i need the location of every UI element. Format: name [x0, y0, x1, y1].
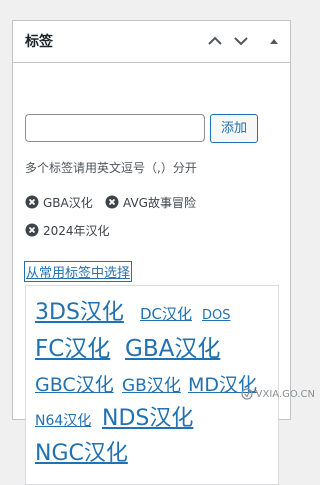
- chevron-down-icon[interactable]: [232, 32, 250, 50]
- tag-label: GBA汉化: [43, 195, 93, 210]
- cloud-tag[interactable]: N64汉化: [35, 414, 91, 428]
- cloud-tag[interactable]: DOS: [202, 309, 231, 322]
- tag-label: 2024年汉化: [43, 223, 110, 238]
- tag-label: AVG故事冒险: [123, 195, 196, 210]
- remove-tag-icon[interactable]: [25, 195, 39, 209]
- add-tag-button[interactable]: 添加: [210, 114, 258, 143]
- watermark-text: VXIA.GO.CN: [255, 388, 315, 400]
- remove-tag-icon[interactable]: [105, 195, 119, 209]
- remove-tag-icon[interactable]: [25, 223, 39, 237]
- tag-hint-text: 多个标签请用英文逗号（,）分开: [25, 161, 197, 175]
- cloud-tag[interactable]: NGC汉化: [35, 443, 128, 465]
- tag-item: AVG故事冒险: [105, 194, 196, 210]
- tag-cloud: 3DS汉化 DC汉化 DOS FC汉化 GBA汉化 GBC汉化 GB汉化 MD汉…: [25, 285, 279, 485]
- watermark-logo-icon: [241, 388, 253, 400]
- meta-box-header: 标签: [13, 21, 290, 63]
- tag-item: 2024年汉化: [25, 222, 110, 238]
- tags-meta-box: 标签 添加 多个标签请用英文逗号（,）分开 GBA汉化 AVG故事冒险 2024…: [12, 20, 291, 485]
- cloud-tag[interactable]: GBC汉化: [35, 376, 114, 395]
- caret-up-icon[interactable]: [265, 32, 283, 50]
- watermark: VXIA.GO.CN: [241, 388, 315, 400]
- new-tag-input[interactable]: [25, 114, 205, 142]
- choose-from-common-tags-link[interactable]: 从常用标签中选择: [23, 261, 133, 282]
- cloud-tag[interactable]: DC汉化: [140, 307, 192, 322]
- cloud-tag[interactable]: GB汉化: [122, 378, 181, 395]
- cloud-tag[interactable]: GBA汉化: [125, 338, 220, 361]
- cloud-tag[interactable]: 3DS汉化: [35, 302, 124, 324]
- cloud-tag[interactable]: FC汉化: [35, 338, 110, 361]
- cloud-tag[interactable]: NDS汉化: [102, 408, 193, 430]
- meta-box-title: 标签: [25, 34, 53, 50]
- chevron-up-icon[interactable]: [206, 32, 224, 50]
- tag-item: GBA汉化: [25, 194, 93, 210]
